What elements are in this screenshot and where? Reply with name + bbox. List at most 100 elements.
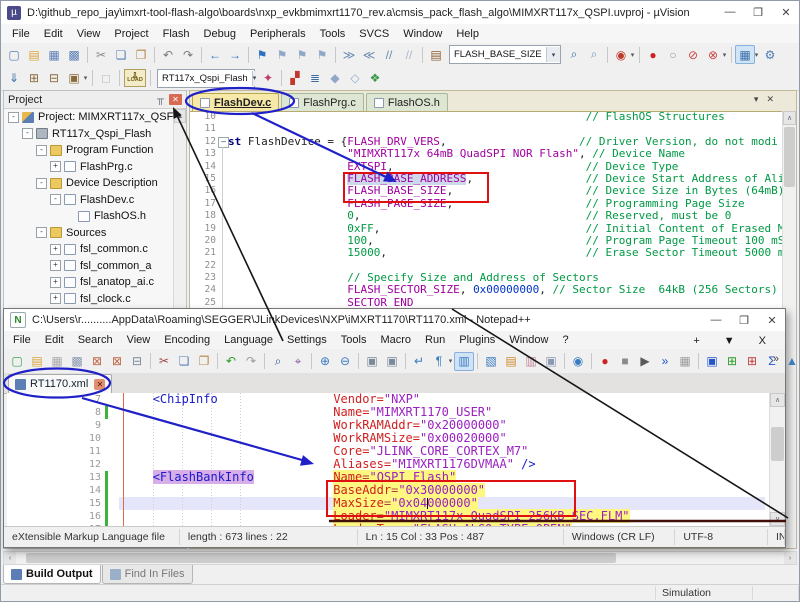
sidebar-item-fsl-common-c[interactable]: +fsl_common.c <box>4 241 174 258</box>
configure-icon[interactable]: ⚙ <box>760 45 780 64</box>
uv-menu-file[interactable]: File <box>5 26 37 42</box>
undo-icon[interactable]: ↶ <box>158 45 178 64</box>
target-options-icon[interactable]: ✦ <box>258 69 278 88</box>
collapse-icon[interactable]: - <box>22 128 33 139</box>
close-all-icon[interactable]: ⊠ <box>107 352 127 371</box>
sidebar-item-flashdev-c[interactable]: -FlashDev.c <box>4 192 174 209</box>
tab-flashos-h[interactable]: FlashOS.h <box>366 93 448 111</box>
uv-code-line[interactable]: 21 15000, // Erase Sector Timeout 5000 m <box>190 247 783 259</box>
manage-layers-icon[interactable]: ◆ <box>325 69 345 88</box>
cut-icon[interactable]: ✂ <box>91 45 111 64</box>
npp-menu-file[interactable]: File <box>6 332 38 348</box>
stop-build-icon[interactable]: ◻ <box>96 69 116 88</box>
close-icon[interactable]: ⊠ <box>87 352 107 371</box>
indent-guide-icon[interactable]: ▥ <box>454 352 474 371</box>
npp-menu-window[interactable]: Window <box>502 332 555 348</box>
zoom-in-icon[interactable]: ⊕ <box>315 352 335 371</box>
npp-menu-settings[interactable]: Settings <box>280 332 334 348</box>
tab-close-icon[interactable]: ✕ <box>94 379 105 390</box>
sidebar-item-program-function[interactable]: -Program Function <box>4 142 174 159</box>
expand-icon[interactable]: + <box>50 161 61 172</box>
plugin-compare-icon[interactable]: ▣ <box>702 352 722 371</box>
replace-icon[interactable]: ⌖ <box>288 352 308 371</box>
uv-menu-debug[interactable]: Debug <box>197 26 243 42</box>
breakpoint-toggle-icon[interactable]: ● <box>643 45 663 64</box>
npp-menu-encoding[interactable]: Encoding <box>157 332 217 348</box>
outdent-icon[interactable]: ≪ <box>359 45 379 64</box>
editor-hscrollbar[interactable]: ‹ › <box>3 551 797 565</box>
paste-icon[interactable]: ❐ <box>194 352 214 371</box>
cut-icon[interactable]: ✂ <box>154 352 174 371</box>
sidebar-item-flashprg-c[interactable]: +FlashPrg.c <box>4 159 174 176</box>
scroll-left-icon[interactable]: ‹ <box>4 552 16 564</box>
npp-menu-help[interactable]: ? <box>555 332 575 348</box>
npp-menu-language[interactable]: Language <box>217 332 280 348</box>
find-dropdown-icon[interactable]: ◉ <box>611 45 631 64</box>
npp-menu-macro[interactable]: Macro <box>373 332 418 348</box>
uv-code-line[interactable]: 10 // FlashOS Structures <box>190 111 783 123</box>
doc-map-icon[interactable]: ▧ <box>481 352 501 371</box>
tab-flashdev-c[interactable]: FlashDev.c <box>192 93 279 111</box>
uv-menu-help[interactable]: Help <box>449 26 486 42</box>
save-all-icon[interactable]: ▩ <box>67 352 87 371</box>
print-icon[interactable]: ⊟ <box>127 352 147 371</box>
bookmark-next-icon[interactable]: ⚑ <box>292 45 312 64</box>
uv-menu-project[interactable]: Project <box>107 26 155 42</box>
undo-icon[interactable]: ↶ <box>221 352 241 371</box>
plugin-grid-green-icon[interactable]: ⊞ <box>722 352 742 371</box>
tab-flashprg-c[interactable]: FlashPrg.c <box>281 93 364 111</box>
window-layout-icon[interactable]: ▦ <box>735 45 755 64</box>
target-select-combo[interactable]: RT117x_Qspi_Flash▾ <box>157 69 255 88</box>
npp-menu-plugins[interactable]: Plugins <box>452 332 502 348</box>
sidebar-item-flashos-h[interactable]: FlashOS.h <box>4 208 174 225</box>
tab-close-icon[interactable]: ✕ <box>766 94 774 105</box>
expand-icon[interactable]: + <box>50 244 61 255</box>
copy-icon[interactable]: ❏ <box>174 352 194 371</box>
chevron-down-icon[interactable]: ▾ <box>546 47 560 62</box>
uvision-titlebar[interactable]: µ D:\github_repo_jay\imxrt-tool-flash-al… <box>1 1 799 25</box>
npp-menu-search[interactable]: Search <box>71 332 120 348</box>
save-icon[interactable]: ▦ <box>47 352 67 371</box>
npp-menu-view[interactable]: View <box>120 332 158 348</box>
notepadpp-titlebar[interactable]: N C:\Users\r..........AppData\Roaming\SE… <box>4 309 785 332</box>
scroll-right-icon[interactable]: › <box>784 552 796 564</box>
sidebar-item-fsl-clock-c[interactable]: +fsl_clock.c <box>4 291 174 308</box>
notepadpp-maximize-button[interactable]: ❐ <box>737 314 751 327</box>
uvision-maximize-button[interactable]: ❐ <box>751 6 765 19</box>
editor-vscroll-thumb[interactable] <box>784 127 795 187</box>
npp-extra-x[interactable]: X <box>752 333 773 349</box>
comment-icon[interactable]: // <box>379 45 399 64</box>
sidebar-item-sources[interactable]: -Sources <box>4 225 174 242</box>
bookmark-prev-icon[interactable]: ⚑ <box>272 45 292 64</box>
collapse-icon[interactable]: - <box>36 178 47 189</box>
chevron-down-icon[interactable]: ▾ <box>252 71 257 86</box>
uv-menu-window[interactable]: Window <box>396 26 449 42</box>
plugin-up-icon[interactable]: ▲ <box>782 352 800 371</box>
uv-menu-edit[interactable]: Edit <box>37 26 70 42</box>
folder-as-workspace-icon[interactable]: ▥ <box>521 352 541 371</box>
scroll-down-icon[interactable]: ∨ <box>770 512 785 526</box>
find-next-icon[interactable]: ⌕ <box>564 45 584 64</box>
paste-icon[interactable]: ❐ <box>131 45 151 64</box>
manage-books-icon[interactable]: ≣ <box>305 69 325 88</box>
zoom-out-icon[interactable]: ⊖ <box>335 352 355 371</box>
manage-flags-icon[interactable]: ◇ <box>345 69 365 88</box>
toolbar-overflow-icon[interactable]: » <box>773 353 779 365</box>
sidebar-item-rt117x-qspi-flash[interactable]: -RT117x_Qspi_Flash <box>4 126 174 143</box>
expand-icon[interactable]: + <box>50 277 61 288</box>
nav-back-icon[interactable]: ← <box>205 45 225 64</box>
notepadpp-vscrollbar[interactable]: ∧ ∨ <box>769 393 785 526</box>
uvision-close-button[interactable]: ✕ <box>779 6 793 19</box>
translate-icon[interactable]: ⇓ <box>4 69 24 88</box>
macro-stop-icon[interactable]: ■ <box>615 352 635 371</box>
uvision-minimize-button[interactable]: — <box>723 6 737 19</box>
search-text-combo[interactable]: FLASH_BASE_SIZE▾ <box>449 45 561 64</box>
sidebar-item-fsl-common-a[interactable]: +fsl_common_a <box>4 258 174 275</box>
npp-extra--[interactable]: ▼ <box>717 333 742 349</box>
scroll-up-icon[interactable]: ∧ <box>783 111 796 125</box>
macro-play-icon[interactable]: ▶ <box>635 352 655 371</box>
download-load-icon[interactable]: ⇩LOAD <box>124 69 146 87</box>
scroll-up-icon[interactable]: ▲ <box>174 109 186 123</box>
code-fold-icon[interactable]: – <box>218 137 229 148</box>
collapse-icon[interactable]: - <box>50 194 61 205</box>
